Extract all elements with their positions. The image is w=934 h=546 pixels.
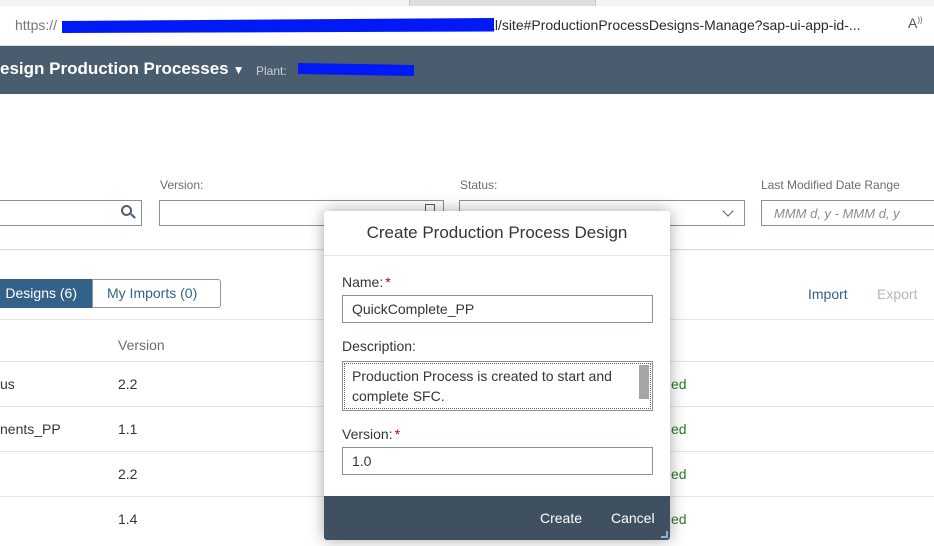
redaction-mark [298,63,414,76]
cell-status: ed [671,421,687,437]
tab-imports-label: My Imports (0) [107,285,198,301]
description-value: Production Process is created to start a… [352,368,612,404]
reader-mode-icon[interactable]: A)) [908,15,923,31]
url-path: al/site#ProductionProcessDesigns-Manage?… [487,17,861,33]
version-label: Version: * [342,426,400,442]
date-range-input[interactable]: MMM d, y - MMM d, y [761,200,934,226]
search-icon[interactable] [121,205,132,216]
search-field[interactable] [0,200,142,226]
shell-header: esign Production Processes ▼ Plant: [0,46,934,94]
cell-name: us [0,376,15,392]
address-bar[interactable]: https:// al/site#ProductionProcessDesigns… [0,6,934,46]
resize-grip-icon[interactable] [661,531,668,538]
dialog-title: Create Production Process Design [324,211,670,256]
import-button[interactable]: Import [808,286,848,302]
cell-version: 2.2 [118,376,138,392]
app-title-menu[interactable]: esign Production Processes ▼ [0,59,245,79]
scrollbar[interactable] [639,365,649,399]
cancel-button[interactable]: Cancel [611,510,655,526]
description-textarea[interactable]: Production Process is created to start a… [342,361,653,411]
cell-version: 2.2 [118,466,138,482]
tab-designs[interactable]: Designs (6) [0,279,92,308]
required-mark: * [394,426,401,442]
caret-down-icon: ▼ [232,63,245,77]
cell-status: ed [671,511,687,527]
cell-version: 1.4 [118,511,138,527]
export-button[interactable]: Export [877,286,917,302]
required-mark: * [385,274,391,290]
description-label: Description: [342,338,416,354]
name-input[interactable]: QuickComplete_PP [342,295,653,323]
date-range-label: Last Modified Date Range [761,178,900,192]
cell-version: 1.1 [118,421,138,437]
version-input-value: 1.0 [352,453,372,469]
create-button[interactable]: Create [540,510,582,526]
url-scheme: https:// [15,17,58,33]
version-input[interactable]: 1.0 [342,447,653,475]
create-design-dialog: Create Production Process Design Name: * … [324,211,670,540]
chevron-down-icon[interactable] [722,205,734,217]
cell-status: ed [671,376,687,392]
name-label-text: Name: [342,274,384,290]
name-input-value: QuickComplete_PP [352,301,475,317]
cell-name: nents_PP [0,421,61,437]
column-header-version: Version [118,337,165,353]
cell-status: ed [671,466,687,482]
status-filter-label: Status: [460,178,498,192]
app-title: esign Production Processes [0,59,229,78]
version-filter-label: Version: [160,178,204,192]
date-range-placeholder: MMM d, y - MMM d, y [774,206,900,221]
plant-label: Plant: [256,64,287,78]
dialog-footer: Create Cancel [324,496,670,540]
version-label-text: Version: [342,426,393,442]
name-label: Name: * [342,274,391,290]
tab-designs-label: Designs (6) [5,285,77,301]
tab-my-imports[interactable]: My Imports (0) [92,279,221,308]
